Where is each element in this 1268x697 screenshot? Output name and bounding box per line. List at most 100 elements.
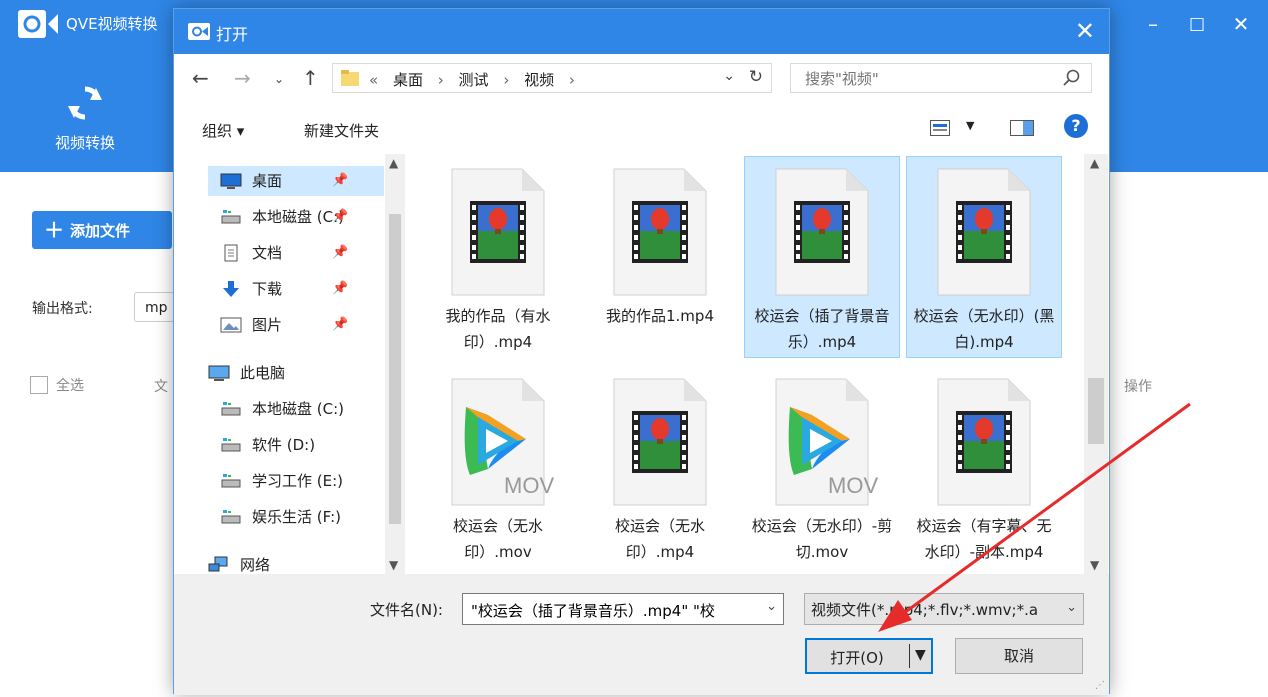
breadcrumb-overflow[interactable]: « bbox=[369, 71, 378, 89]
search-icon bbox=[1063, 69, 1080, 86]
file-name: 校运会（有字幕、无水印）-副本.mp4 bbox=[916, 517, 1052, 561]
nav-video-convert[interactable]: 视频转换 bbox=[40, 84, 130, 153]
up-arrow-icon[interactable]: ↑ bbox=[302, 66, 319, 90]
file-item[interactable]: 校运会（有字幕、无水印）-副本.mp4 bbox=[906, 366, 1062, 568]
pin-icon[interactable]: 📌 bbox=[332, 238, 348, 268]
drive-icon bbox=[220, 470, 242, 488]
minimize-button[interactable]: – bbox=[1138, 12, 1168, 36]
file-scrollbar[interactable]: ▲ ▼ bbox=[1084, 154, 1108, 574]
chevron-down-icon[interactable]: ⌄ bbox=[1066, 600, 1077, 615]
scroll-down-icon[interactable]: ▼ bbox=[1090, 558, 1099, 572]
breadcrumb-sep: › bbox=[503, 71, 510, 89]
maximize-button[interactable]: □ bbox=[1182, 14, 1212, 34]
file-item[interactable]: 我的作品（有水印）.mp4 bbox=[420, 156, 576, 358]
file-name: 校运会（无水印）-剪切.mov bbox=[751, 517, 893, 561]
folder-icon bbox=[341, 70, 359, 86]
search-input[interactable] bbox=[791, 64, 1067, 94]
nav-item-2[interactable]: 文档 📌 bbox=[208, 238, 384, 268]
preview-pane-icon[interactable] bbox=[1010, 120, 1034, 136]
nav-video-convert-label: 视频转换 bbox=[54, 134, 115, 152]
nav-item-8[interactable]: 学习工作 (E:) bbox=[208, 466, 384, 496]
scroll-up-icon[interactable]: ▲ bbox=[1090, 156, 1099, 170]
close-app-button[interactable]: ✕ bbox=[1226, 12, 1256, 36]
video-file-icon bbox=[772, 167, 872, 297]
pin-icon[interactable]: 📌 bbox=[332, 310, 348, 340]
back-arrow-icon[interactable]: ← bbox=[192, 66, 209, 90]
organize-menu[interactable]: 组织 ▾ bbox=[202, 120, 244, 141]
search-box[interactable] bbox=[790, 63, 1092, 94]
view-dropdown-icon[interactable]: ▼ bbox=[966, 119, 974, 132]
nav-item-4[interactable]: 图片 📌 bbox=[208, 310, 384, 340]
select-all-checkbox[interactable]: 全选 bbox=[30, 375, 84, 395]
open-button[interactable]: 打开(O) ▼ bbox=[805, 638, 933, 674]
nav-scroll-thumb[interactable] bbox=[389, 214, 401, 524]
pin-icon[interactable]: 📌 bbox=[332, 274, 348, 304]
address-dropdown-icon[interactable]: ⌄ bbox=[723, 68, 735, 84]
view-mode-icon[interactable] bbox=[930, 120, 950, 136]
new-folder-button[interactable]: 新建文件夹 bbox=[304, 120, 379, 141]
video-file-icon bbox=[610, 377, 710, 507]
file-list: 我的作品（有水印）.mp4 我的作品1.mp4 校运会（插了背景音乐）.mp4 校运会… bbox=[410, 154, 1084, 574]
filetype-select[interactable]: 视频文件(*.mp4;*.flv;*.wmv;*.a ⌄ bbox=[804, 593, 1084, 625]
file-item[interactable]: 校运会（插了背景音乐）.mp4 bbox=[744, 156, 900, 358]
file-item[interactable]: MOV 校运会（无水印）.mov bbox=[420, 366, 576, 568]
address-row: ← → ⌄ ↑ « 桌面 › 测试 › 视频 › ⌄ ↻ bbox=[174, 54, 1109, 106]
scroll-down-icon[interactable]: ▼ bbox=[389, 558, 398, 572]
file-name: 校运会（无水印）.mp4 bbox=[614, 517, 705, 561]
file-name: 校运会（插了背景音乐）.mp4 bbox=[754, 307, 890, 351]
refresh-icon[interactable]: ↻ bbox=[749, 67, 763, 87]
nav-scrollbar[interactable]: ▲ ▼ bbox=[385, 154, 405, 574]
breadcrumb: « 桌面 › 测试 › 视频 › bbox=[369, 69, 585, 90]
filename-input[interactable] bbox=[463, 594, 763, 626]
nav-item-1[interactable]: 本地磁盘 (C:) 📌 bbox=[208, 202, 384, 232]
add-file-button[interactable]: ＋ 添加文件 bbox=[32, 211, 172, 249]
file-name: 校运会（无水印）(黑白).mp4 bbox=[913, 307, 1055, 351]
nav-item-5[interactable]: 此电脑 bbox=[196, 358, 384, 388]
address-bar[interactable]: « 桌面 › 测试 › 视频 › ⌄ ↻ bbox=[332, 63, 772, 93]
forward-arrow-icon[interactable]: → bbox=[234, 66, 251, 90]
breadcrumb-video[interactable]: 视频 bbox=[524, 71, 554, 89]
file-name: 校运会（无水印）.mov bbox=[452, 517, 543, 561]
chevron-down-icon[interactable]: ⌄ bbox=[766, 599, 777, 614]
resize-grip-icon[interactable]: ⋰ bbox=[1095, 680, 1105, 691]
help-icon[interactable]: ? bbox=[1064, 114, 1088, 138]
nav-item-label: 本地磁盘 (C:) bbox=[252, 208, 344, 226]
nav-item-label: 桌面 bbox=[252, 172, 283, 190]
add-file-label: 添加文件 bbox=[70, 222, 131, 240]
video-file-icon bbox=[934, 167, 1034, 297]
file-item[interactable]: 校运会（无水印）.mp4 bbox=[582, 366, 738, 568]
recent-dropdown-icon[interactable]: ⌄ bbox=[274, 72, 284, 86]
filetype-value: 视频文件(*.mp4;*.flv;*.wmv;*.a bbox=[811, 601, 1039, 619]
nav-item-9[interactable]: 娱乐生活 (F:) bbox=[208, 502, 384, 532]
cancel-button[interactable]: 取消 bbox=[955, 638, 1083, 674]
pin-icon[interactable]: 📌 bbox=[332, 166, 348, 196]
breadcrumb-desktop[interactable]: 桌面 bbox=[393, 71, 423, 89]
breadcrumb-sep: › bbox=[437, 71, 444, 89]
breadcrumb-sep[interactable]: › bbox=[569, 71, 575, 89]
video-file-icon bbox=[934, 377, 1034, 507]
pin-icon[interactable]: 📌 bbox=[332, 202, 348, 232]
file-item[interactable]: MOV 校运会（无水印）-剪切.mov bbox=[744, 366, 900, 568]
file-item[interactable]: 校运会（无水印）(黑白).mp4 bbox=[906, 156, 1062, 358]
file-item[interactable]: 我的作品1.mp4 bbox=[582, 156, 738, 358]
nav-item-label: 软件 (D:) bbox=[252, 436, 316, 454]
filename-combobox[interactable]: ⌄ bbox=[462, 593, 784, 626]
scroll-up-icon[interactable]: ▲ bbox=[389, 156, 398, 170]
nav-item-0[interactable]: 桌面 📌 bbox=[208, 166, 384, 196]
file-scroll-thumb[interactable] bbox=[1088, 378, 1104, 444]
app-title: QVE视频转换 bbox=[66, 15, 158, 33]
nav-item-7[interactable]: 软件 (D:) bbox=[208, 430, 384, 460]
dialog-title-bar: 打开 ✕ bbox=[174, 9, 1109, 54]
open-dropdown-icon[interactable]: ▼ bbox=[915, 647, 926, 663]
nav-item-6[interactable]: 本地磁盘 (C:) bbox=[208, 394, 384, 424]
dialog-close-button[interactable]: ✕ bbox=[1075, 17, 1095, 45]
dialog-bottom-bar: 文件名(N): ⌄ 视频文件(*.mp4;*.flv;*.wmv;*.a ⌄ 打… bbox=[174, 574, 1109, 695]
nav-item-label: 文档 bbox=[252, 244, 283, 262]
drive-icon bbox=[220, 434, 242, 452]
nav-item-label: 图片 bbox=[252, 316, 283, 334]
breadcrumb-test[interactable]: 测试 bbox=[459, 71, 489, 89]
nav-item-label: 本地磁盘 (C:) bbox=[252, 400, 344, 418]
open-file-dialog: 打开 ✕ ← → ⌄ ↑ « 桌面 › 测试 › 视频 › ⌄ ↻ 搜索"视频"… bbox=[173, 8, 1110, 695]
mov-badge: MOV bbox=[828, 473, 879, 498]
nav-item-3[interactable]: 下载 📌 bbox=[208, 274, 384, 304]
